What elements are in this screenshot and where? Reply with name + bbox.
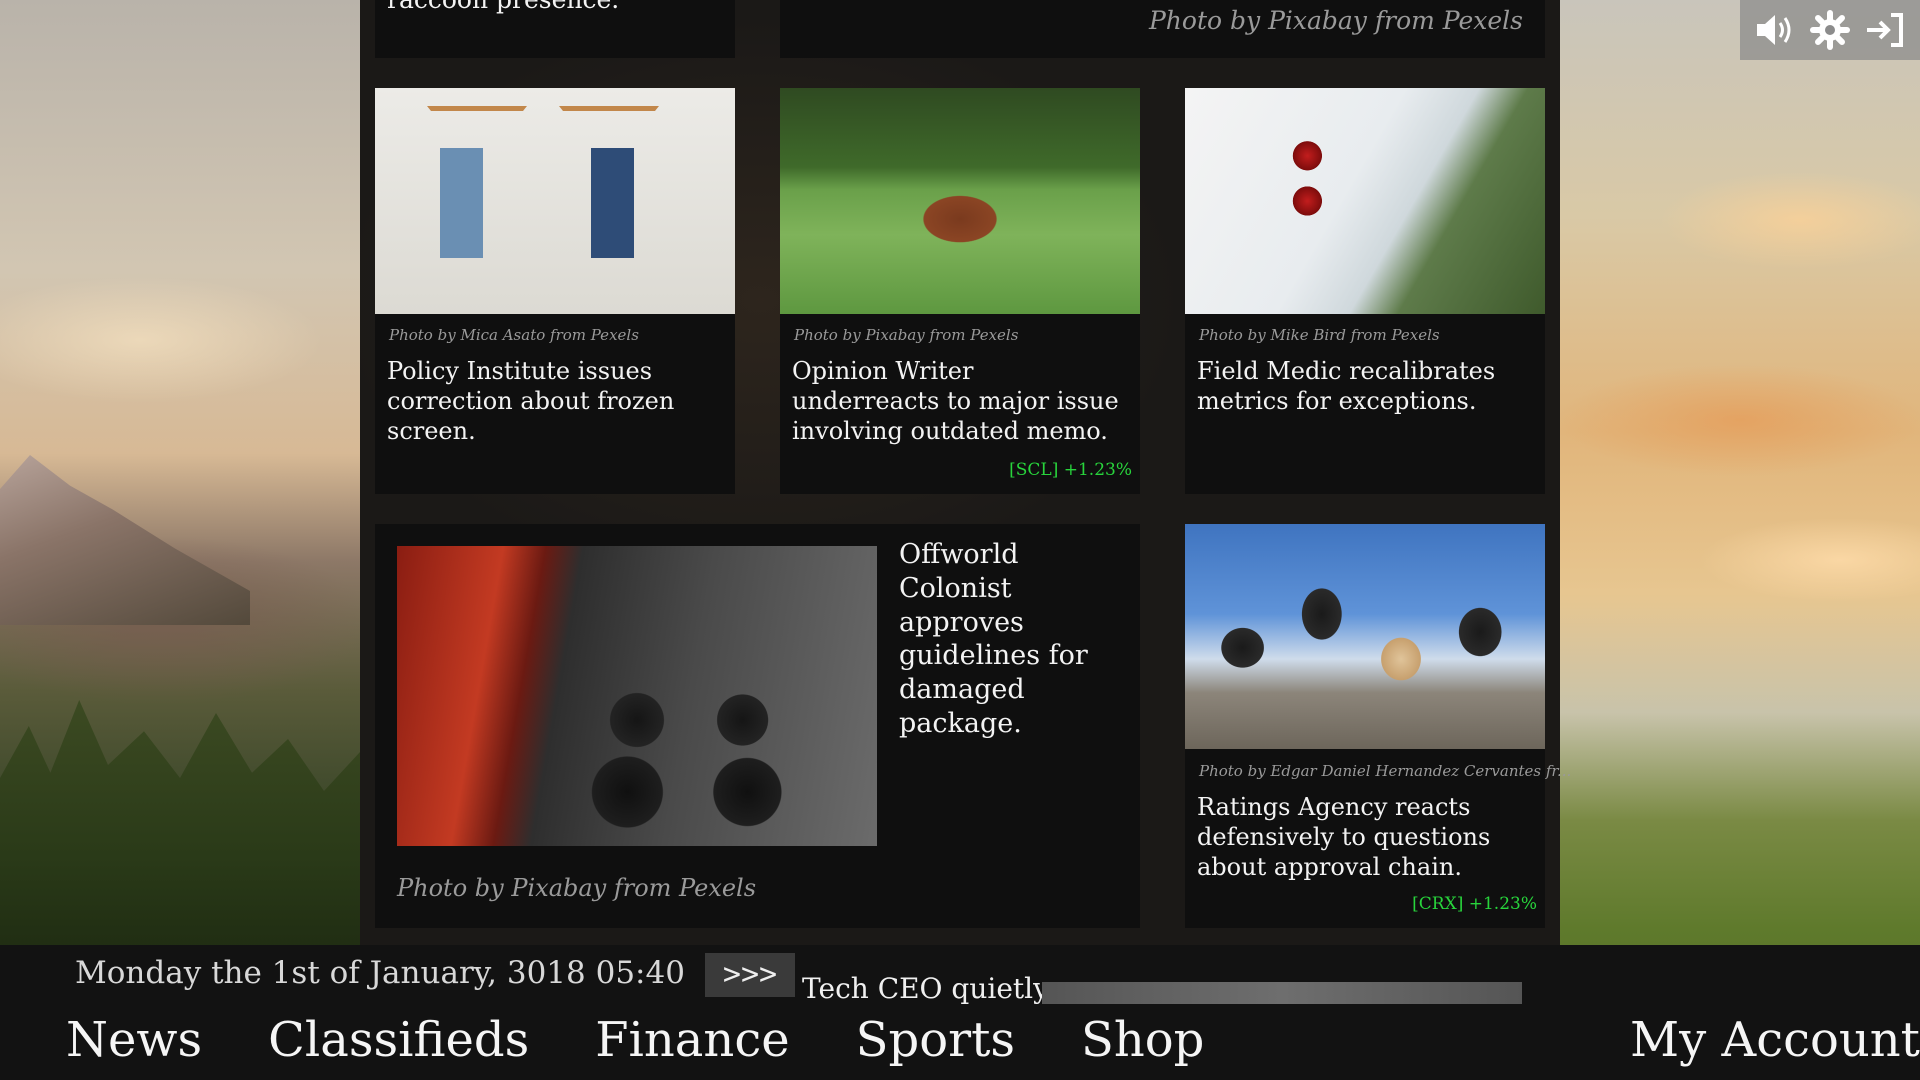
nav-item-news[interactable]: News <box>66 1012 202 1072</box>
news-image-football <box>780 88 1140 314</box>
settings-icon[interactable] <box>1807 7 1853 53</box>
news-card[interactable]: Photo by Mica Asato from Pexels Policy I… <box>375 88 735 494</box>
nav-item-shop[interactable]: Shop <box>1081 1012 1204 1072</box>
news-ticker-button[interactable]: >>> <box>705 953 795 997</box>
news-ticker-track <box>1042 982 1522 1004</box>
news-headline: Policy Institute issues correction about… <box>387 357 675 445</box>
hanger-icon <box>427 106 527 136</box>
date-time-display: Monday the 1st of January, 3018 05:40 <box>75 955 685 991</box>
news-headline: Offworld Colonist approves guidelines fo… <box>899 539 1088 739</box>
photo-credit: Photo by Pixabay from Pexels <box>794 326 1019 344</box>
partial-headline: raccoon presence. <box>387 0 619 15</box>
stock-ticker-badge: [CRX] +1.23% <box>1412 894 1537 914</box>
volume-icon[interactable] <box>1752 7 1798 53</box>
news-image-kettlebells <box>397 546 877 846</box>
news-image-jeans <box>375 88 735 314</box>
logout-icon[interactable] <box>1862 7 1908 53</box>
photo-credit: Photo by Pixabay from Pexels <box>397 874 757 902</box>
news-card[interactable]: Photo by Mike Bird from Pexels Field Med… <box>1185 88 1545 494</box>
background-left <box>0 0 360 1080</box>
news-ticker-text: Tech CEO quietly <box>802 972 1049 1005</box>
account-nav: My Account <box>1630 1012 1920 1072</box>
news-image-dogs <box>1185 524 1545 749</box>
news-feed: raccoon presence. Photo by Pixabay from … <box>360 0 1571 945</box>
photo-credit: Photo by Edgar Daniel Hernandez Cervante… <box>1199 762 1572 780</box>
photo-credit: Photo by Mike Bird from Pexels <box>1199 326 1440 344</box>
partial-card-top-right[interactable]: Photo by Pixabay from Pexels <box>780 0 1545 58</box>
news-card-wide[interactable]: Offworld Colonist approves guidelines fo… <box>375 524 1140 928</box>
nav-item-classifieds[interactable]: Classifieds <box>268 1012 529 1072</box>
nav-item-finance[interactable]: Finance <box>595 1012 789 1072</box>
background-right <box>1540 0 1920 1080</box>
news-headline: Field Medic recalibrates metrics for exc… <box>1197 357 1496 415</box>
stock-ticker-badge: [SCL] +1.23% <box>1009 460 1132 480</box>
news-card[interactable]: Photo by Pixabay from Pexels Opinion Wri… <box>780 88 1140 494</box>
news-headline: Opinion Writer underreacts to major issu… <box>792 357 1119 445</box>
photo-credit: Photo by Mica Asato from Pexels <box>389 326 639 344</box>
main-nav: News Classifieds Finance Sports Shop <box>66 1012 1204 1072</box>
nav-item-sports[interactable]: Sports <box>856 1012 1015 1072</box>
photo-credit: Photo by Pixabay from Pexels <box>1148 6 1523 35</box>
hanger-icon <box>559 106 659 136</box>
news-image-electric-car <box>1185 88 1545 314</box>
news-headline: Ratings Agency reacts defensively to que… <box>1197 793 1491 881</box>
background-forest <box>0 700 360 960</box>
nav-item-my-account[interactable]: My Account <box>1630 1012 1920 1072</box>
window-controls <box>1740 0 1920 60</box>
partial-card-top-left[interactable]: raccoon presence. <box>375 0 735 58</box>
background-mountain <box>0 455 250 625</box>
news-card[interactable]: Photo by Edgar Daniel Hernandez Cervante… <box>1185 524 1571 928</box>
